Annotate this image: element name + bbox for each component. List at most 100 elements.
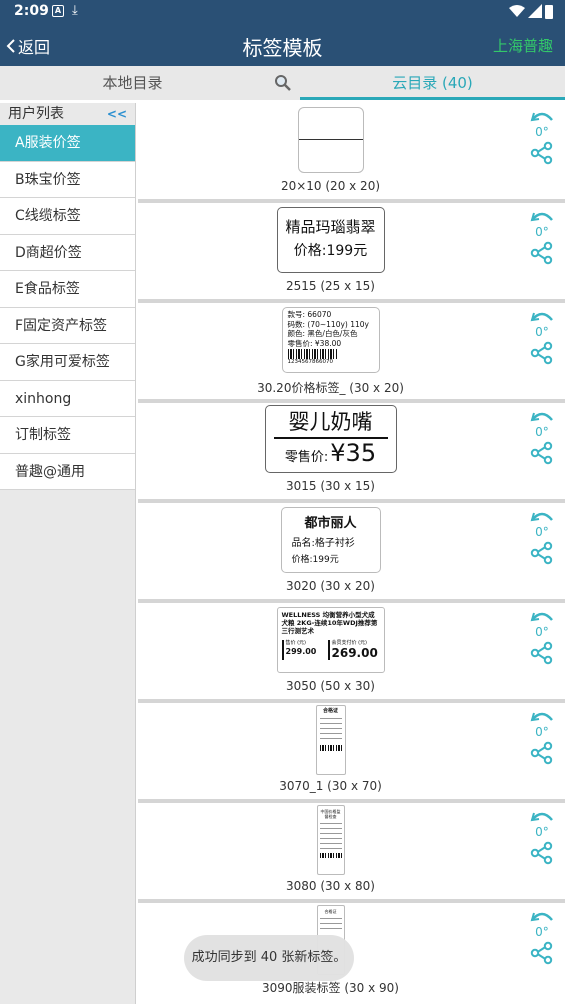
- sidebar-item-apparel[interactable]: A服装价签: [0, 125, 135, 162]
- template-caption: 3080 (30 x 80): [286, 879, 375, 893]
- sidebar-item-supermarket[interactable]: D商超价签: [0, 234, 135, 271]
- rotate-button[interactable]: 0°: [530, 507, 554, 538]
- rotate-button[interactable]: 0°: [530, 107, 554, 138]
- label-price: ¥35: [330, 439, 377, 467]
- app-bar: 返回 标签模板 上海普趣: [0, 24, 565, 66]
- template-card[interactable]: 款号: 66070 码数: (70~110y) 110y 颜色: 黑色/白色/灰…: [138, 303, 565, 399]
- template-caption: 3015 (30 x 15): [286, 479, 375, 493]
- sidebar-item-general[interactable]: 普趣@通用: [0, 453, 135, 490]
- label-style-no: 款号: 66070: [287, 310, 332, 319]
- template-card[interactable]: 精品玛瑙翡翠 价格:199元 2515 (25 x 15) 0°: [138, 203, 565, 299]
- label-heading: 合格证: [322, 708, 338, 714]
- share-icon[interactable]: [530, 141, 554, 165]
- sidebar-item-food[interactable]: E食品标签: [0, 271, 135, 308]
- template-caption: 30.20价格标签_ (30 x 20): [257, 381, 404, 395]
- template-card[interactable]: 20×10 (20 x 20) 0°: [138, 103, 565, 199]
- template-preview: 合格证: [138, 705, 523, 775]
- sidebar-item-cute[interactable]: G家用可爱标签: [0, 344, 135, 381]
- template-card[interactable]: 中国价格监督检查 3080 (30 x 80) 0°: [138, 803, 565, 899]
- sidebar-item-custom[interactable]: 订制标签: [0, 417, 135, 454]
- rotate-icon: [530, 812, 553, 822]
- rotate-icon: [530, 212, 553, 222]
- back-label: 返回: [18, 38, 51, 57]
- share-icon[interactable]: [530, 941, 554, 965]
- signal-icon: [528, 4, 542, 18]
- notification-a-icon: A: [52, 5, 64, 17]
- rotation-value: 0°: [535, 525, 549, 539]
- rotate-icon: [530, 912, 553, 922]
- rotation-value: 0°: [535, 725, 549, 739]
- template-card[interactable]: 都市丽人 品名:格子衬衫 价格:199元 3020 (30 x 20) 0°: [138, 503, 565, 599]
- rotate-icon: [530, 612, 553, 622]
- label-size: 码数: (70~110y) 110y: [287, 319, 369, 329]
- rotate-button[interactable]: 0°: [530, 207, 554, 238]
- label-title-line3: 三行测艺术: [281, 627, 315, 635]
- rotate-button[interactable]: 0°: [530, 607, 554, 638]
- template-preview: [138, 107, 523, 173]
- sidebar-item-fixed-assets[interactable]: F固定资产标签: [0, 307, 135, 344]
- collapse-sidebar-button[interactable]: <<: [107, 103, 127, 125]
- sidebar-title: 用户列表: [8, 106, 64, 122]
- rotate-icon: [530, 112, 553, 122]
- share-icon[interactable]: [530, 341, 554, 365]
- rotation-value: 0°: [535, 925, 549, 939]
- label-product-name: 婴儿奶嘴: [288, 410, 373, 434]
- sidebar-item-xinhong[interactable]: xinhong: [0, 380, 135, 417]
- label-heading: 合格证: [324, 909, 337, 914]
- search-icon[interactable]: [274, 74, 292, 92]
- label-barcode: [287, 349, 338, 359]
- template-caption: 2515 (25 x 15): [286, 279, 375, 293]
- status-time: 2:09: [14, 3, 49, 19]
- share-icon[interactable]: [530, 441, 554, 465]
- rotate-icon: [530, 712, 553, 722]
- brand-link[interactable]: 上海普趣: [493, 35, 553, 56]
- label-price-label: 售价 (元): [285, 640, 307, 646]
- share-icon[interactable]: [530, 241, 554, 265]
- tab-cloud[interactable]: 云目录 (40): [300, 66, 565, 100]
- rotate-button[interactable]: 0°: [530, 407, 554, 438]
- label-color: 颜色: 黑色/白色/灰色: [287, 329, 358, 338]
- template-caption: 3090服装标签 (30 x 90): [262, 981, 399, 995]
- template-card[interactable]: 婴儿奶嘴 零售价: ¥35 3015 (30 x 15) 0°: [138, 403, 565, 499]
- rotate-button[interactable]: 0°: [530, 807, 554, 838]
- template-card[interactable]: WELLNESS 均衡营养小型犬成 犬粮 2KG-连续10年WDJ推荐第 三行测…: [138, 603, 565, 699]
- rotate-icon: [530, 512, 553, 522]
- sidebar-item-jewelry[interactable]: B珠宝价签: [0, 161, 135, 198]
- back-button[interactable]: 返回: [6, 34, 50, 58]
- template-preview: 都市丽人 品名:格子衬衫 价格:199元: [138, 507, 523, 573]
- template-card[interactable]: 合格证 3070_1 (30 x 70) 0°: [138, 703, 565, 799]
- status-bar: 2:09 A ⤓: [0, 0, 565, 24]
- label-title-line2: 犬粮 2KG-连续10年WDJ推荐第: [281, 619, 378, 627]
- rotation-value: 0°: [535, 325, 549, 339]
- label-heading: 中国价格监督检查: [320, 809, 341, 819]
- rotate-button[interactable]: 0°: [530, 907, 554, 938]
- download-icon: ⤓: [72, 3, 78, 18]
- template-list[interactable]: 20×10 (20 x 20) 0° 精品玛瑙翡翠 价格:199元 2515 (…: [138, 103, 565, 1004]
- label-brand: 都市丽人: [304, 516, 357, 531]
- template-preview: 中国价格监督检查: [138, 805, 523, 875]
- sidebar-list: A服装价签 B珠宝价签 C线缆标签 D商超价签 E食品标签 F固定资产标签 G家…: [0, 125, 135, 490]
- share-icon[interactable]: [530, 741, 554, 765]
- template-preview: 款号: 66070 码数: (70~110y) 110y 颜色: 黑色/白色/灰…: [138, 307, 523, 373]
- label-member-price: 269.00: [331, 646, 378, 660]
- label-barcode: [319, 745, 342, 751]
- template-preview: 精品玛瑙翡翠 价格:199元: [138, 207, 523, 273]
- label-product-name: 品名:格子衬衫: [291, 538, 355, 549]
- rotate-button[interactable]: 0°: [530, 307, 554, 338]
- share-icon[interactable]: [530, 541, 554, 565]
- rotate-button[interactable]: 0°: [530, 707, 554, 738]
- label-barcode: [319, 853, 342, 858]
- rotation-value: 0°: [535, 125, 549, 139]
- sidebar-item-cable[interactable]: C线缆标签: [0, 198, 135, 235]
- share-icon[interactable]: [530, 641, 554, 665]
- label-price: 价格:199元: [293, 243, 368, 259]
- label-price-label: 零售价:: [284, 450, 329, 465]
- label-price: 价格:199元: [291, 555, 339, 565]
- tab-bar: 本地目录 云目录 (40): [0, 66, 565, 100]
- tab-local[interactable]: 本地目录: [0, 66, 265, 100]
- battery-icon: [545, 5, 553, 19]
- rotation-value: 0°: [535, 625, 549, 639]
- template-preview: WELLNESS 均衡营养小型犬成 犬粮 2KG-连续10年WDJ推荐第 三行测…: [138, 607, 523, 673]
- rotation-value: 0°: [535, 225, 549, 239]
- share-icon[interactable]: [530, 841, 554, 865]
